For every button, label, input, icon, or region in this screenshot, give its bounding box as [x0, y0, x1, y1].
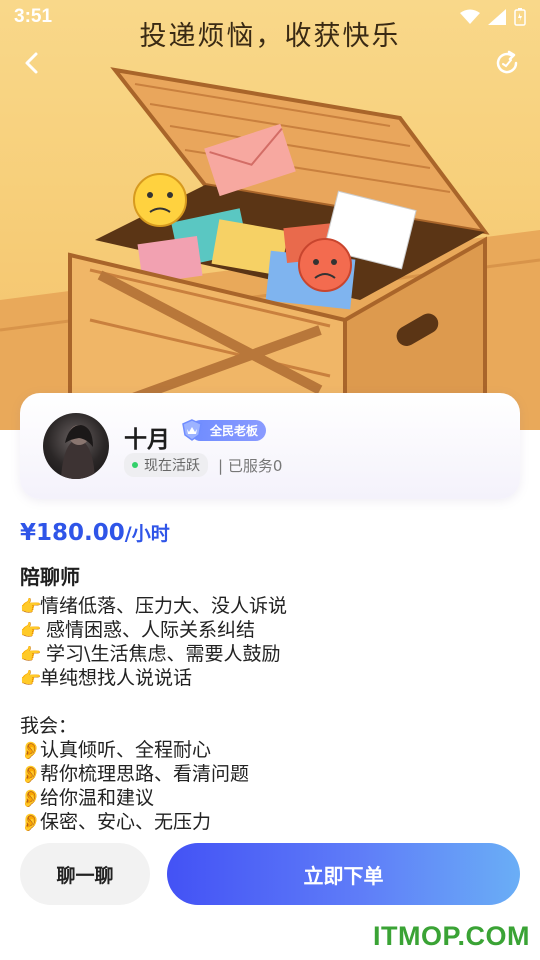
list-item: 👉 感情困惑、人际关系纠结 [20, 619, 256, 641]
vip-badge: 全民老板 [180, 419, 267, 441]
list-item: 👂给你温和建议 [20, 787, 155, 809]
chat-button[interactable]: 聊一聊 [20, 843, 150, 905]
status-time: 3:51 [14, 6, 53, 27]
pointing-hand-icon: 👉 [20, 645, 42, 665]
pointing-hand-icon: 👉 [20, 621, 42, 641]
list-item: 👂帮你梳理思路、看清问题 [20, 763, 250, 785]
list-item: 👂认真倾听、全程耐心 [20, 739, 212, 761]
ear-icon: 👂 [20, 765, 42, 785]
signal-icon [488, 9, 506, 25]
price-unit: /小时 [124, 523, 170, 545]
price-amount: ¥180.00 [20, 520, 125, 546]
service-role: 陪聊师 [20, 565, 80, 589]
battery-icon [514, 8, 526, 26]
service-description: 👉情绪低落、压力大、没人诉说 👉 感情困惑、人际关系纠结 👉 学习\生活焦虑、需… [20, 594, 520, 834]
pointing-hand-icon: 👉 [20, 597, 42, 617]
ear-icon: 👂 [20, 813, 42, 833]
list-item: 👉单纯想找人说说话 [20, 667, 193, 689]
active-status-label: 现在活跃 [144, 458, 200, 474]
list-item: 👉 学习\生活焦虑、需要人鼓励 [20, 643, 281, 665]
promise-heading: 我会： [20, 715, 78, 737]
active-status: 现在活跃 [124, 453, 208, 477]
avatar[interactable] [43, 413, 109, 479]
wifi-icon [460, 9, 480, 24]
hero-banner: 投递烦恼，收获快乐 [0, 0, 540, 430]
back-arrow-icon[interactable] [18, 48, 48, 78]
served-count: | 已服务0 [218, 457, 283, 475]
status-bar: 3:51 [0, 0, 540, 36]
list-item: 👉情绪低落、压力大、没人诉说 [20, 595, 288, 617]
pointing-hand-icon: 👉 [20, 669, 42, 689]
crown-shield-icon [182, 419, 202, 441]
ear-icon: 👂 [20, 741, 42, 761]
profile-name: 十月 [124, 427, 170, 453]
list-item: 👂保密、安心、无压力 [20, 811, 212, 833]
treasure-box-illustration [0, 67, 540, 430]
active-dot [132, 462, 138, 468]
ear-icon: 👂 [20, 789, 42, 809]
profile-card[interactable]: 十月 全民老板 现在活跃 | 已服务0 [20, 393, 520, 499]
watermark: ITMOP.COM [372, 921, 530, 951]
order-now-button[interactable]: 立即下单 [167, 843, 520, 905]
price: ¥180.00/小时 [20, 519, 170, 546]
refresh-icon[interactable] [492, 48, 522, 78]
